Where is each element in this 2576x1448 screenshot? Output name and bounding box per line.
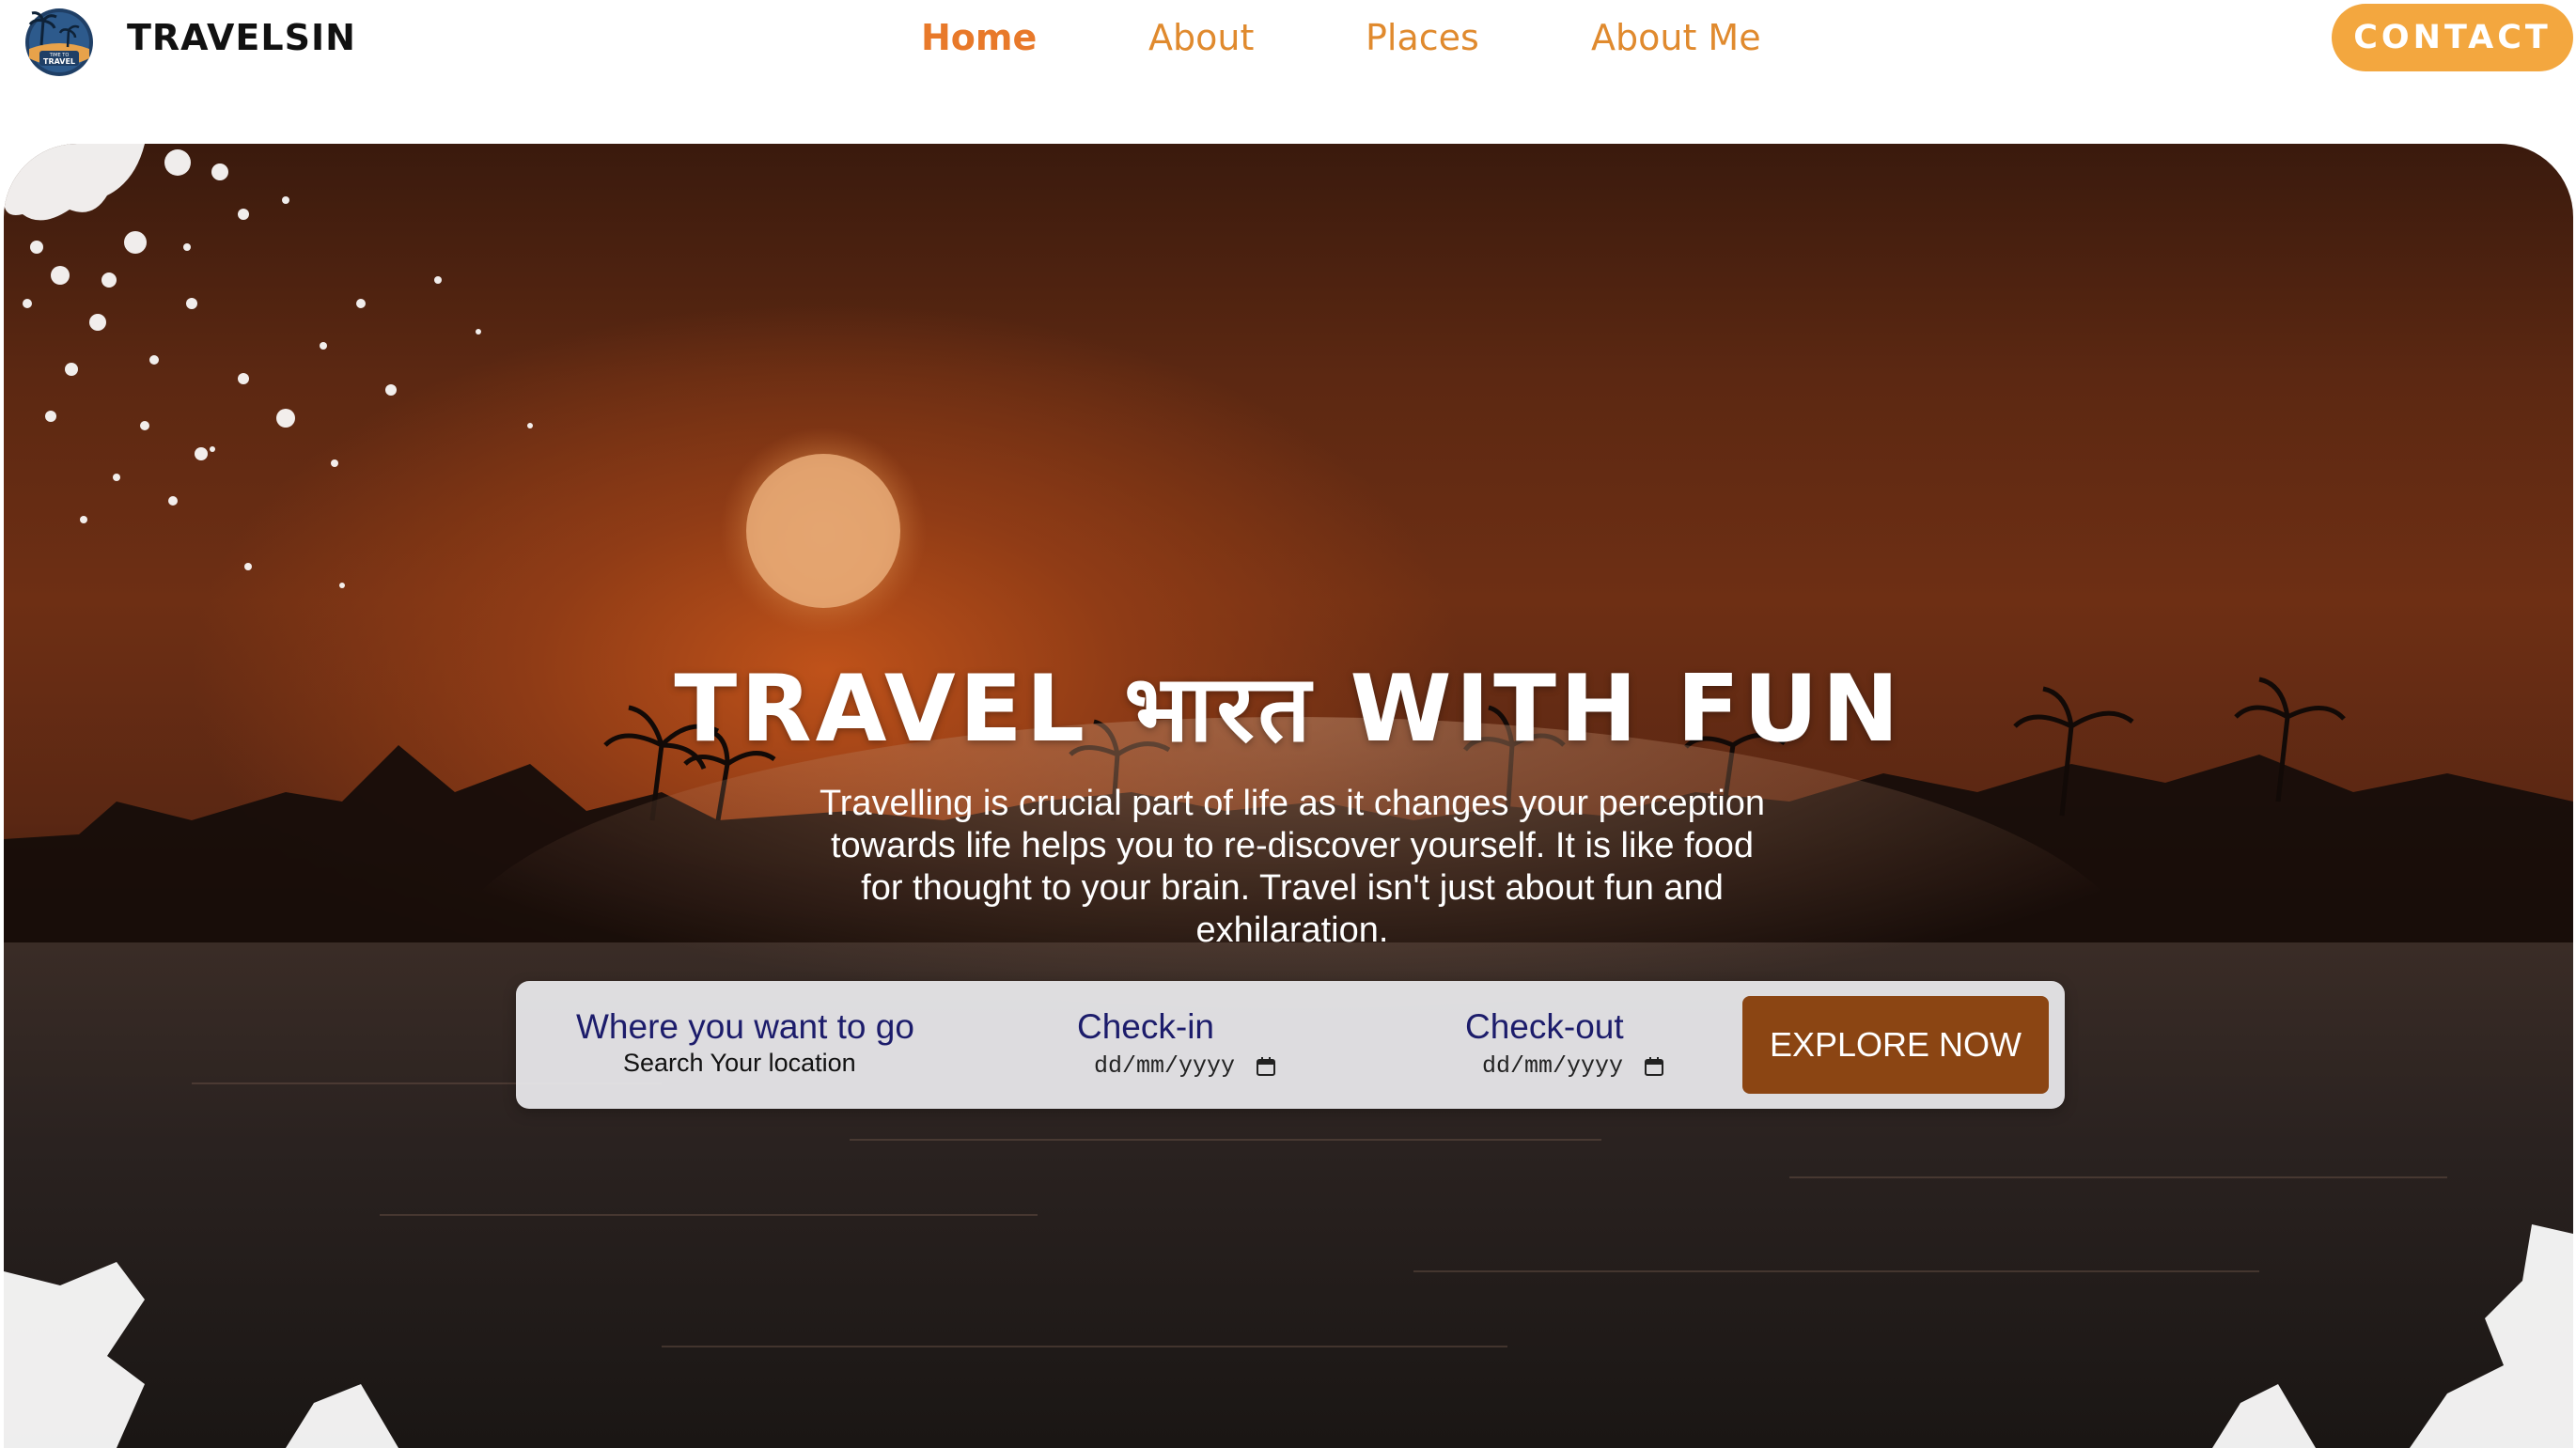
location-field: Where you want to go: [576, 1007, 933, 1078]
hero-section: TRAVEL भारत WITH FUN Travelling is cruci…: [4, 144, 2573, 1448]
checkin-label: Check-in: [1077, 1007, 1214, 1046]
nav-link-about-me[interactable]: About Me: [1591, 17, 1761, 58]
navbar: TIME TO TRAVEL TRAVELSIN Home About Plac…: [0, 0, 2576, 141]
checkin-date-value: dd/mm/yyyy: [1094, 1052, 1236, 1080]
hero-title: TRAVEL भारत WITH FUN: [674, 656, 1903, 763]
explore-now-button[interactable]: EXPLORE NOW: [1742, 996, 2049, 1094]
calendar-icon[interactable]: [1644, 1056, 1664, 1077]
checkout-label: Check-out: [1465, 1007, 1624, 1046]
hero-description: Travelling is crucial part of life as it…: [819, 784, 1766, 950]
checkin-field: Check-in dd/mm/yyyy: [1077, 1007, 1276, 1080]
search-bar: Where you want to go Check-in dd/mm/yyyy…: [516, 981, 2065, 1109]
brand-name[interactable]: TRAVELSIN: [127, 17, 356, 58]
checkout-date-input[interactable]: dd/mm/yyyy: [1482, 1052, 1664, 1080]
calendar-icon[interactable]: [1256, 1056, 1276, 1077]
contact-button[interactable]: CONTACT: [2332, 4, 2573, 71]
nav-link-about[interactable]: About: [1148, 17, 1254, 58]
location-label: Where you want to go: [576, 1007, 914, 1046]
nav-link-home[interactable]: Home: [921, 17, 1037, 58]
checkout-field: Check-out dd/mm/yyyy: [1465, 1007, 1664, 1080]
checkin-date-input[interactable]: dd/mm/yyyy: [1094, 1052, 1276, 1080]
checkout-date-value: dd/mm/yyyy: [1482, 1052, 1624, 1080]
location-input[interactable]: [623, 1049, 933, 1078]
logo-text-bottom: TRAVEL: [43, 57, 75, 66]
logo-badge-icon[interactable]: TIME TO TRAVEL: [21, 2, 98, 79]
nav-link-places[interactable]: Places: [1366, 17, 1479, 58]
